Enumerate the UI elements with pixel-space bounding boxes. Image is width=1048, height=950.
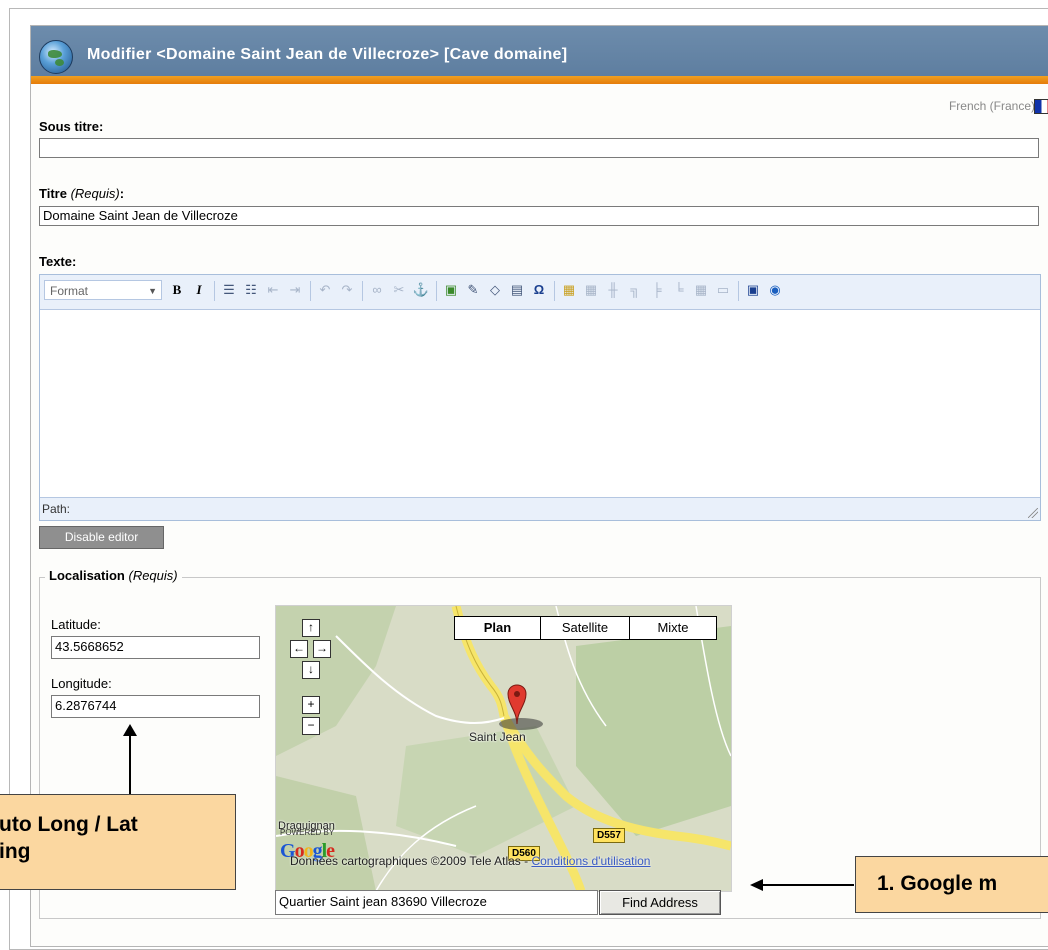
outdent-icon[interactable]: ⇤ [264, 281, 282, 299]
bold-icon[interactable]: B [168, 281, 186, 299]
page-title: Modifier <Domaine Saint Jean de Villecro… [87, 46, 568, 63]
callout-left-line1: uto Long / Lat [0, 813, 138, 836]
document-icon[interactable]: ▤ [508, 281, 526, 299]
pan-right-icon[interactable]: → [313, 640, 331, 658]
text-label: Texte: [39, 254, 77, 269]
pan-left-icon[interactable]: ← [290, 640, 308, 658]
arrow-up-line [129, 735, 131, 795]
numbered-list-icon[interactable]: ☷ [242, 281, 260, 299]
toolbar-divider [310, 281, 311, 301]
longitude-label: Longitude: [51, 676, 112, 691]
language-label: French (France) [948, 99, 1035, 113]
callout-google-map: 1. Google m [855, 856, 1048, 913]
map-copyright: Données cartographiques ©2009 Tele Atlas… [290, 854, 650, 868]
bullet-list-icon[interactable]: ☰ [220, 281, 238, 299]
arrow-left-head-icon [750, 879, 763, 891]
merge-cell-icon[interactable]: ╗ [626, 281, 644, 299]
format-select-value: Format [50, 284, 89, 298]
map-type-plan[interactable]: Plan [455, 617, 540, 639]
link-icon[interactable]: ∞ [368, 281, 386, 299]
toolbar-divider [362, 281, 363, 301]
editor-path-bar: Path: [40, 497, 1040, 520]
powered-by-label: POWERED BY [280, 828, 335, 837]
toolbar-divider [738, 281, 739, 301]
latitude-input[interactable]: 43.5668652 [51, 636, 260, 659]
title-label-text: Titre [39, 186, 67, 201]
callout-auto-long-lat: uto Long / Lat ing [0, 794, 236, 890]
subtitle-label: Sous titre: [39, 119, 104, 134]
place-name-saint-jean: Saint Jean [469, 730, 526, 744]
delete-row-icon[interactable]: ╘ [670, 281, 688, 299]
terms-link[interactable]: Conditions d'utilisation [531, 854, 650, 868]
map-terrain [276, 606, 731, 891]
title-bar: Modifier <Domaine Saint Jean de Villecro… [31, 26, 1048, 84]
unlink-icon[interactable]: ✂ [390, 281, 408, 299]
anchor-icon[interactable]: ⚓ [412, 281, 430, 299]
toolbar-divider [436, 281, 437, 301]
copyright-text: Données cartographiques ©2009 Tele Atlas… [290, 854, 532, 868]
table-icon[interactable]: ▦ [582, 281, 600, 299]
toolbar-divider [554, 281, 555, 301]
arrow-left-line [762, 884, 854, 886]
localisation-legend: Localisation (Requis) [45, 568, 182, 583]
table-edit-icon[interactable]: ▦ [560, 281, 578, 299]
resize-grip-icon[interactable] [1028, 508, 1038, 518]
italic-icon[interactable]: I [190, 281, 208, 299]
special-char-icon[interactable]: Ω [530, 281, 548, 299]
indent-icon[interactable]: ⇥ [286, 281, 304, 299]
disable-editor-button[interactable]: Disable editor [39, 526, 164, 549]
title-input[interactable]: Domaine Saint Jean de Villecroze [39, 206, 1039, 226]
rich-text-editor: Format ▼ B I ☰ ☷ ⇤ ⇥ ↶ ↷ ∞ ✂ ⚓ ▣ ✎ ◇ ▤ Ω … [39, 274, 1041, 521]
title-accent-bar [31, 76, 1048, 84]
chevron-down-icon: ▼ [148, 286, 157, 296]
path-label: Path: [42, 502, 71, 516]
editor-content-area[interactable] [40, 310, 1040, 497]
zoom-in-icon[interactable]: + [302, 696, 320, 714]
title-label-colon: : [119, 186, 125, 201]
callout-right-text: 1. Google m [877, 872, 998, 895]
pan-down-icon[interactable]: ↓ [302, 661, 320, 679]
longitude-input[interactable]: 6.2876744 [51, 695, 260, 718]
html-icon[interactable]: ◇ [486, 281, 504, 299]
zoom-out-icon[interactable]: − [302, 717, 320, 735]
undo-icon[interactable]: ↶ [316, 281, 334, 299]
insert-row-icon[interactable]: ╞ [648, 281, 666, 299]
address-input[interactable]: Quartier Saint jean 83690 Villecroze [275, 890, 598, 915]
preview-icon[interactable]: ▣ [744, 281, 762, 299]
table-props-icon[interactable]: ▦ [692, 281, 710, 299]
format-select[interactable]: Format ▼ [44, 280, 162, 300]
globe-icon [39, 40, 73, 74]
arrow-up-head-icon [123, 724, 137, 736]
map-type-satellite[interactable]: Satellite [540, 617, 629, 639]
title-required-note: (Requis) [70, 186, 120, 201]
latitude-label: Latitude: [51, 617, 101, 632]
toolbar-divider [214, 281, 215, 301]
editor-toolbar: Format ▼ B I ☰ ☷ ⇤ ⇥ ↶ ↷ ∞ ✂ ⚓ ▣ ✎ ◇ ▤ Ω … [40, 275, 1040, 310]
help-icon[interactable]: ◉ [766, 281, 784, 299]
map-type-selector: Plan Satellite Mixte [454, 616, 717, 640]
redo-icon[interactable]: ↷ [338, 281, 356, 299]
cell-props-icon[interactable]: ▭ [714, 281, 732, 299]
pan-up-icon[interactable]: ↑ [302, 619, 320, 637]
callout-left-line2: ing [0, 840, 31, 863]
localisation-required-note: (Requis) [128, 568, 178, 583]
road-label-d557: D557 [593, 828, 625, 843]
attachment-icon[interactable]: ✎ [464, 281, 482, 299]
title-label: Titre (Requis): [39, 186, 124, 201]
split-cell-icon[interactable]: ╫ [604, 281, 622, 299]
image-icon[interactable]: ▣ [442, 281, 460, 299]
map-type-mixte[interactable]: Mixte [629, 617, 716, 639]
find-address-button[interactable]: Find Address [599, 890, 721, 915]
localisation-legend-text: Localisation [49, 568, 125, 583]
google-map[interactable]: Plan Satellite Mixte ↑ ← → ↓ + − Saint J… [275, 605, 732, 892]
subtitle-input[interactable] [39, 138, 1039, 158]
french-flag-icon[interactable] [1034, 99, 1048, 114]
